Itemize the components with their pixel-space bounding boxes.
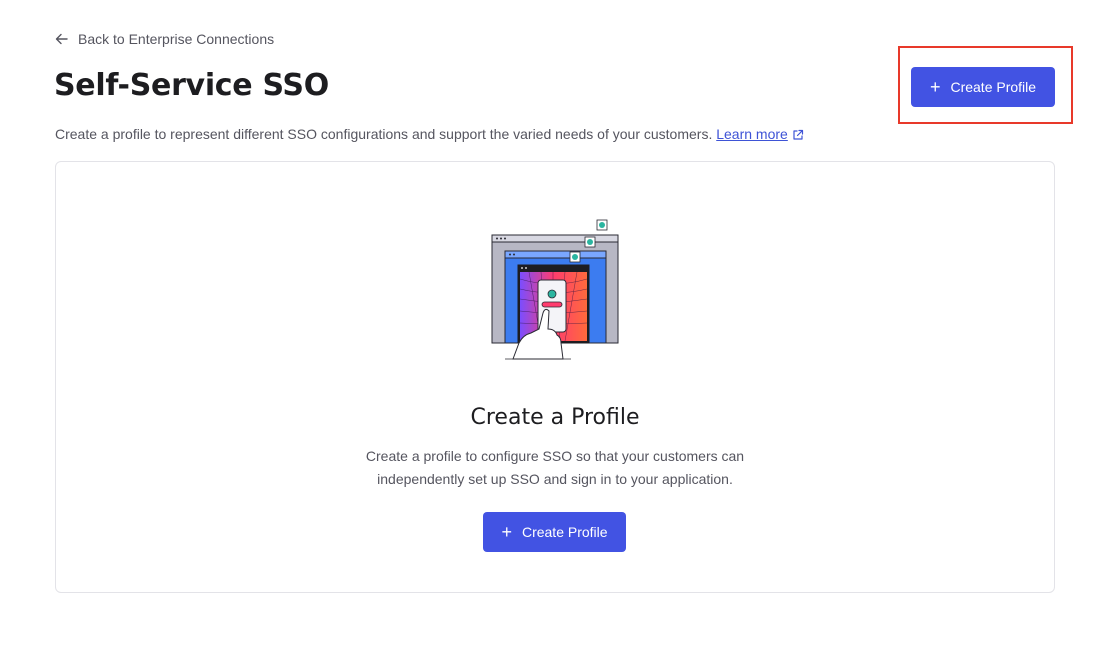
empty-state-description: Create a profile to configure SSO so tha… [56,445,1054,491]
empty-state-create-profile-button[interactable]: + Create Profile [483,512,626,552]
empty-state-title: Create a Profile [470,405,640,430]
back-link-label: Back to Enterprise Connections [78,31,275,47]
subtitle-text: Create a profile to represent different … [55,126,713,142]
browser-windows-illustration [491,219,619,360]
plus-icon: + [501,522,512,542]
page-subtitle: Create a profile to represent different … [55,126,804,144]
create-profile-button[interactable]: + Create Profile [911,67,1055,107]
create-profile-label: Create Profile [950,79,1037,95]
external-link-icon[interactable] [792,128,804,144]
description-line-1: Create a profile to configure SSO so tha… [365,448,745,464]
empty-state-create-profile-label: Create Profile [521,524,608,540]
learn-more-link[interactable]: Learn more [716,126,788,142]
plus-icon: + [929,77,941,97]
arrow-left-icon [55,33,69,45]
back-link[interactable]: Back to Enterprise Connections [55,31,274,47]
empty-state-card: Create a Profile Create a profile to con… [55,161,1055,593]
description-line-2: independently set up SSO and sign in to … [377,471,733,487]
page-title: Self-Service SSO [54,68,329,103]
